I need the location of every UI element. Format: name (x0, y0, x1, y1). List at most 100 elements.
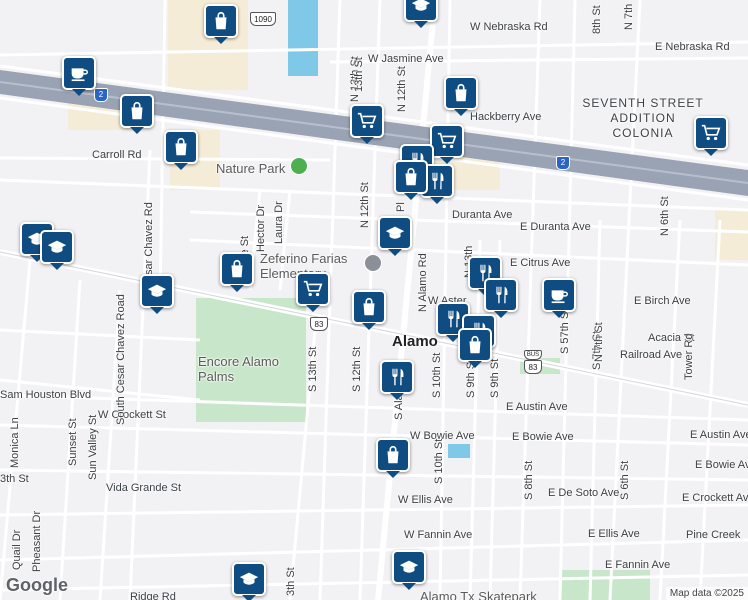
place-label-colonia: SEVENTH STREET ADDITION COLONIA (582, 96, 704, 140)
map-marker-shop-3[interactable] (444, 76, 478, 116)
fork-knife-icon (386, 366, 408, 388)
shopping-bag-icon (226, 258, 248, 280)
shopping-bag-icon (126, 100, 148, 122)
street-label-laura: Laura Dr (273, 201, 285, 244)
street-label-e-duranta: E Duranta Ave (520, 221, 591, 233)
street-label-carroll: Carroll Rd (92, 149, 142, 161)
map-attribution[interactable]: Map data ©2025 (665, 587, 748, 600)
place-label-encore: Encore Alamo Palms (198, 354, 279, 384)
map-marker-restaurant-4[interactable] (484, 278, 518, 318)
street-label-n7: N 7th St (593, 322, 605, 362)
street-label-monica: Monica Ln (9, 417, 21, 468)
shopping-bag-icon (464, 334, 486, 356)
map-marker-shop-9[interactable] (376, 438, 410, 478)
street-label-n12: N 12th St (396, 66, 408, 112)
street-label-e-nebraska: E Nebraska Rd (655, 41, 730, 53)
street-label-pl: Pl (395, 202, 407, 212)
street-label-e-bowie-2: E Bowie Ave (695, 459, 748, 471)
map-marker-school-6[interactable] (392, 550, 426, 590)
street-label-n12b: N 12th St (359, 182, 371, 228)
street-label-s13: S 13th St (307, 346, 319, 392)
street-label-n13b: 13th St (353, 57, 365, 92)
shopping-bag-icon (210, 10, 232, 32)
school-icon (146, 280, 168, 302)
i2-shield-left: 2 (94, 88, 108, 102)
street-label-hector: Hector Dr (255, 204, 267, 252)
map-marker-shop-5[interactable] (394, 160, 428, 200)
street-label-e-crockett: E Crockett Ave (682, 492, 748, 504)
fork-knife-icon (426, 170, 448, 192)
fork-knife-icon (490, 284, 512, 306)
map-marker-grocery-4[interactable] (694, 116, 728, 156)
school-marker-icon (364, 254, 382, 272)
street-label-n-alamo: N Alamo Rd (417, 253, 429, 312)
street-label-s10: S 10th St (431, 352, 443, 398)
street-label-sam-houston: Sam Houston Blvd (0, 389, 92, 401)
map-marker-cafe-2[interactable] (542, 278, 576, 318)
school-icon (238, 568, 260, 590)
google-logo: Google (6, 575, 68, 595)
street-label-n7b: N 7th (623, 3, 635, 30)
street-label-e-austin-2: E Austin Ave (690, 429, 748, 441)
map-marker-shop-2[interactable] (120, 94, 154, 134)
map-marker-grocery-1[interactable] (350, 104, 384, 144)
street-label-sunset: Sunset St (67, 418, 79, 466)
bus83-shield: 83 (524, 360, 542, 374)
street-label-w-jasmine: W Jasmine Ave (368, 53, 444, 65)
street-label-hackberry: Hackberry Ave (470, 111, 542, 123)
street-label-ridge: Ridge Rd (130, 591, 176, 600)
school-icon (46, 236, 68, 258)
map-marker-grocery-3[interactable] (296, 272, 330, 312)
map-marker-school-5[interactable] (378, 216, 412, 256)
street-label-e-de-soto: E De Soto Ave (548, 487, 620, 499)
map-marker-school-3[interactable] (40, 230, 74, 270)
street-label-s6: S 6th St (619, 460, 631, 500)
fm1090-shield: 1090 (250, 12, 276, 26)
map-marker-shop-6[interactable] (220, 252, 254, 292)
coffee-cup-icon (548, 284, 570, 306)
street-label-e-ellis: E Ellis Ave (588, 528, 640, 540)
map-view[interactable]: W Nebraska Rd E Nebraska Rd W Jasmine Av… (0, 0, 748, 600)
shopping-bag-icon (170, 136, 192, 158)
map-marker-cafe-1[interactable] (62, 56, 96, 96)
map-marker-school-1[interactable] (404, 0, 438, 28)
street-label-sun-valley: Sun Valley St (87, 414, 99, 480)
street-label-w-crockett: W Crockett St (98, 409, 166, 421)
park-tree-icon (290, 157, 308, 175)
street-label-tower: Tower Rd (683, 333, 695, 380)
map-marker-grocery-2[interactable] (430, 124, 464, 164)
street-label-railroad: Railroad Ave (620, 349, 683, 361)
street-label-w-ellis: W Ellis Ave (398, 494, 453, 506)
street-label-e-birch: E Birch Ave (634, 295, 691, 307)
map-marker-shop-8[interactable] (458, 328, 492, 368)
map-marker-school-7[interactable] (232, 562, 266, 600)
school-icon (410, 0, 432, 16)
street-label-quail: Quail Dr (11, 529, 23, 570)
school-icon (398, 556, 420, 578)
street-label-duranta: Duranta Ave (452, 209, 513, 221)
place-label-skatepark: Alamo Tx Skatepark (420, 589, 537, 600)
street-label-e-bowie: E Bowie Ave (512, 431, 574, 443)
map-marker-shop-1[interactable] (204, 4, 238, 44)
coffee-cup-icon (68, 62, 90, 84)
street-label-e-citrus: E Citrus Ave (510, 257, 571, 269)
street-label-s8: S 8th St (523, 460, 535, 500)
map-marker-shop-7[interactable] (352, 290, 386, 330)
street-label-third: 3th St (0, 473, 29, 485)
shopping-bag-icon (382, 444, 404, 466)
shopping-cart-icon (700, 122, 722, 144)
street-label-e-fannin: E Fannin Ave (605, 559, 671, 571)
fork-knife-icon (442, 308, 464, 330)
shopping-bag-icon (358, 296, 380, 318)
street-label-n6: N 6th St (659, 196, 671, 236)
us83-shield: 83 (310, 317, 328, 331)
street-label-s12: S 12th St (351, 346, 363, 392)
map-marker-school-4[interactable] (140, 274, 174, 314)
street-label-s9b: S 9th St (489, 358, 501, 398)
place-label-city: Alamo (392, 333, 438, 350)
shopping-bag-icon (450, 82, 472, 104)
map-marker-shop-4[interactable] (164, 130, 198, 170)
map-marker-restaurant-7[interactable] (380, 360, 414, 400)
street-label-n8: 8th St (591, 5, 603, 34)
street-label-vida-grande: Vida Grande St (106, 482, 182, 494)
